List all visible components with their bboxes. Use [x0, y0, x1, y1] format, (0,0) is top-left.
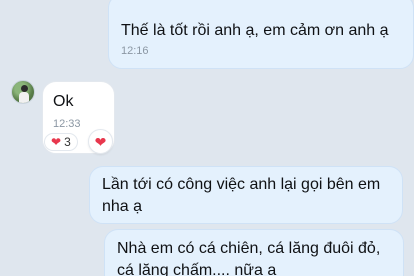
message-text: Nhà em có cá chiên, cá lăng đuôi đỏ, cá …	[117, 240, 381, 276]
message-bubble-outgoing[interactable]: Lần tới có công việc anh lại gọi bên em …	[89, 166, 403, 224]
message-text: Thế là tốt rồi anh ạ, em cảm ơn anh ạ	[121, 22, 389, 39]
message-bubble-outgoing[interactable]: Nhà em có cá chiên, cá lăng đuôi đỏ, cá …	[104, 229, 404, 276]
add-reaction-button[interactable]: ❤	[88, 129, 113, 154]
chat-thread: Thế là tốt rồi anh ạ, em cảm ơn anh ạ 12…	[0, 0, 414, 276]
message-time: 12:33	[53, 118, 81, 130]
avatar-head	[21, 85, 28, 92]
message-text: Lần tới có công việc anh lại gọi bên em …	[102, 176, 381, 215]
message-text: Ok	[53, 93, 74, 110]
heart-icon: ❤	[94, 133, 107, 150]
message-bubble-outgoing[interactable]: Thế là tốt rồi anh ạ, em cảm ơn anh ạ 12…	[108, 0, 414, 69]
message-time: 12:16	[121, 45, 149, 57]
avatar-body	[19, 92, 29, 103]
reaction-count: 3	[64, 135, 71, 149]
reaction-count-pill[interactable]: ❤ 3	[44, 133, 78, 151]
avatar[interactable]	[11, 80, 35, 104]
heart-icon: ❤	[51, 135, 62, 149]
